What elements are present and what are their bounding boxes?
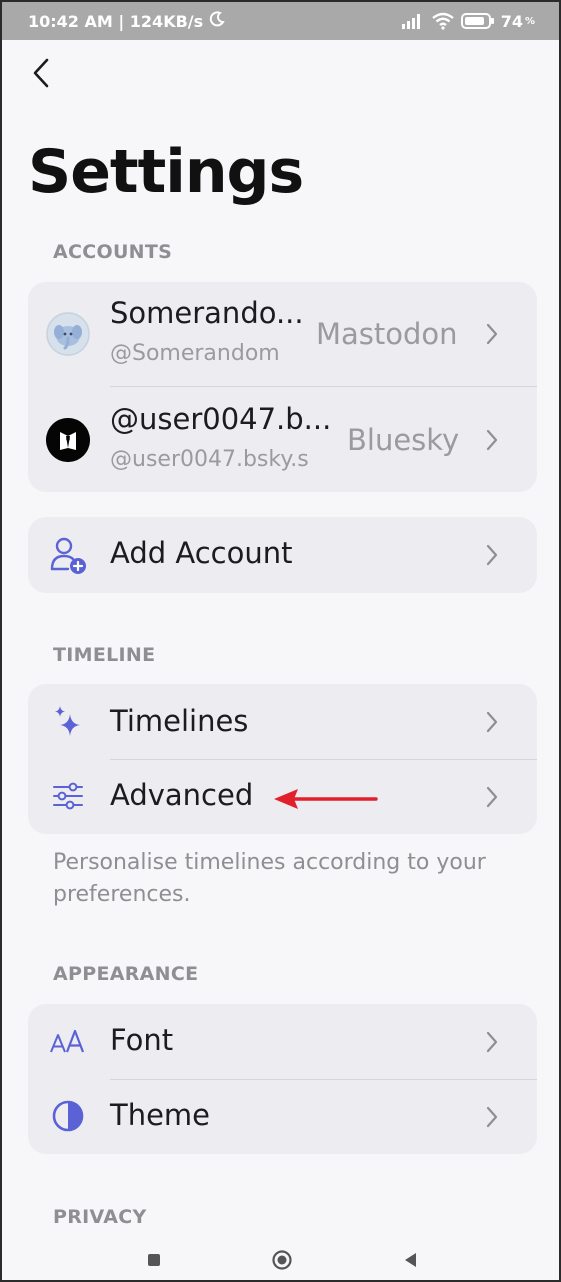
font-row[interactable]: Font	[28, 1004, 537, 1079]
section-label-appearance: APPEARANCE	[53, 963, 199, 985]
appearance-card: Font Theme	[28, 1004, 537, 1154]
chevron-left-icon	[33, 58, 49, 88]
font-size-icon	[48, 1022, 88, 1062]
battery-icon	[460, 12, 495, 30]
timelines-row[interactable]: Timelines	[28, 684, 537, 759]
add-account-button[interactable]: Add Account	[28, 517, 537, 593]
square-icon	[148, 1254, 160, 1266]
account-name: @user0047.b...	[110, 402, 332, 436]
chevron-right-icon	[485, 711, 499, 733]
back-nav-button[interactable]	[398, 1248, 422, 1272]
home-button[interactable]	[270, 1248, 294, 1272]
account-service: Mastodon	[316, 317, 458, 351]
theme-label: Theme	[110, 1098, 211, 1132]
home-circle-icon	[272, 1250, 292, 1270]
mastodon-avatar	[46, 312, 90, 356]
accounts-card: Somerando... @Somerandom Mastodon @user0…	[28, 282, 537, 492]
section-label-timeline: TIMELINE	[53, 644, 156, 666]
status-bar: 10:42 AM | 124KB/s 74 %	[2, 2, 559, 40]
chevron-right-icon	[485, 429, 499, 451]
signal-icon	[401, 13, 425, 29]
page-title: Settings	[28, 137, 304, 207]
moon-icon	[209, 11, 225, 31]
chevron-right-icon	[485, 323, 499, 345]
timelines-label: Timelines	[110, 704, 249, 738]
chevron-right-icon	[485, 786, 499, 808]
advanced-label: Advanced	[110, 778, 254, 812]
sliders-icon	[48, 776, 88, 816]
chevron-right-icon	[485, 1031, 499, 1053]
account-row-mastodon[interactable]: Somerando... @Somerandom Mastodon	[28, 282, 537, 386]
chevron-right-icon	[485, 1106, 499, 1128]
triangle-back-icon	[405, 1253, 416, 1267]
theme-row[interactable]: Theme	[28, 1079, 537, 1154]
account-row-bluesky[interactable]: @user0047.b... @user0047.bsky.s Bluesky	[28, 386, 537, 492]
section-label-accounts: ACCOUNTS	[53, 241, 173, 263]
annotation-arrow	[272, 785, 380, 818]
add-user-icon	[48, 535, 88, 575]
account-handle: @Somerandom	[110, 341, 280, 366]
recents-button[interactable]	[142, 1248, 166, 1272]
timeline-helper-text: Personalise timelines according to your …	[53, 850, 486, 907]
account-service: Bluesky	[347, 423, 460, 457]
back-button[interactable]	[24, 56, 58, 90]
sparkles-icon	[48, 702, 88, 742]
wifi-icon	[431, 12, 455, 30]
add-account-label: Add Account	[110, 536, 293, 570]
battery-percent: 74	[500, 11, 523, 31]
system-navigation-bar	[2, 1240, 559, 1280]
chevron-right-icon	[485, 544, 499, 566]
section-label-privacy: PRIVACY	[53, 1206, 147, 1228]
theme-contrast-icon	[48, 1096, 88, 1136]
font-label: Font	[110, 1023, 174, 1057]
add-account-card: Add Account	[28, 517, 537, 593]
account-name: Somerando...	[110, 296, 304, 330]
bluesky-avatar	[46, 418, 90, 462]
percent-sign: %	[524, 15, 535, 27]
status-time-speed: 10:42 AM | 124KB/s	[28, 11, 204, 31]
account-handle: @user0047.bsky.s	[110, 447, 309, 472]
phone-screen: 10:42 AM | 124KB/s 74 % Settings ACCOUNT…	[0, 0, 561, 1282]
